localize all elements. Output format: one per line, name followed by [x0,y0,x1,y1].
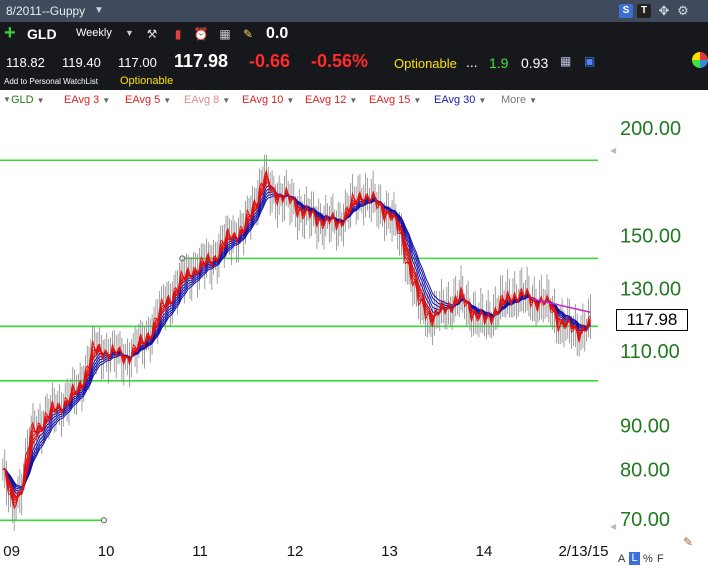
y-tick-label: 80.00 [620,459,670,481]
interval-selector[interactable]: Weekly [76,27,112,39]
study-label: More [501,94,527,106]
optionable-link[interactable]: Optionable [120,75,173,87]
alarm-icon[interactable]: ⏰ [193,26,209,42]
last-price-label: 117.98 [616,309,688,331]
study-legend-bar: ▼ GLD ▼ EAvg 3 ▼ EAvg 5 ▼ EAvg 8 ▼ EAvg 10 ▼ … [0,90,708,110]
title-bar: 8/2011--Guppy ▼ S T ✥ ⚙ [0,0,708,22]
chevron-down-icon: ▼ [163,96,172,105]
chevron-down-icon: ▼ [222,96,231,105]
tools-icon[interactable]: ⚒ [144,26,160,42]
symbol-field[interactable]: GLD [27,26,57,42]
value-display: 0.0 [266,25,289,42]
grid-icon[interactable]: ▦ [217,26,233,42]
study-label: EAvg 8 [184,94,220,106]
scale-log-button[interactable]: L [629,552,640,565]
study-label: EAvg 15 [369,94,411,106]
study-label: EAvg 10 [242,94,284,106]
y-tick-label: 70.00 [620,509,670,531]
study-gld[interactable]: GLD ▼ [11,94,45,106]
scale-auto-button[interactable]: A [618,553,625,565]
chevron-down-icon: ▼ [286,96,295,105]
x-tick-label: 12 [287,543,304,560]
study-eavg-3[interactable]: EAvg 3 ▼ [64,94,110,106]
study-eavg-8[interactable]: EAvg 8 ▼ [184,94,230,106]
x-tick-label: 2/13/15 [558,543,608,560]
interval-dropdown-icon[interactable]: ▼ [125,28,134,38]
study-label: EAvg 30 [434,94,476,106]
study-label: GLD [11,94,34,106]
line-anchor-point [100,517,107,524]
scale-percent-button[interactable]: % [643,553,653,565]
study-label: EAvg 12 [305,94,347,106]
add-to-watchlist-link[interactable]: Add to Personal WatchList [4,77,98,86]
y-tick-label: 130.00 [620,279,681,301]
x-tick-label: 11 [192,543,208,560]
quote-value-2: 0.93 [521,55,549,71]
add-icon[interactable]: + [4,23,20,43]
quote-open: 118.82 [6,55,45,70]
chevron-down-icon: ▼ [36,96,45,105]
x-tick-label: 10 [98,543,115,560]
line-anchor-point [179,255,186,262]
scroll-down-icon[interactable]: ◀ [610,522,620,531]
database-icon[interactable]: ▦ [560,54,574,68]
more-dots[interactable]: ... [466,54,478,70]
gear-icon[interactable]: ⚙ [676,4,690,18]
note-icon[interactable]: ✎ [240,26,256,42]
quote-low: 117.00 [118,55,157,70]
move-icon[interactable]: ✥ [657,4,671,18]
study-label: EAvg 3 [64,94,100,106]
chart-canvas[interactable]: 200.00 150.00 130.00 110.00 90.00 80.00 70.00 0… [0,110,708,570]
x-tick-label: 14 [476,543,493,560]
quote-value-1: 1.9 [489,55,509,71]
price-chart[interactable]: 200.00 150.00 130.00 110.00 90.00 80.00 70.00 0… [0,110,708,570]
study-eavg-30[interactable]: EAvg 30 ▼ [434,94,486,106]
chevron-down-icon: ▼ [349,96,358,105]
s-icon[interactable]: S [619,4,633,18]
chevron-down-icon: ▼ [102,96,111,105]
toolbar: + GLD Weekly ▼ ⚒ ▮ ⏰ ▦ ✎ 0.0 118.82 119.… [0,22,708,90]
color-wheel-icon[interactable] [692,52,708,68]
study-eavg-10[interactable]: EAvg 10 ▼ [242,94,294,106]
chevron-down-icon: ▼ [529,96,537,105]
title-dropdown-icon[interactable]: ▼ [94,5,104,16]
study-eavg-12[interactable]: EAvg 12 ▼ [305,94,357,106]
chevron-down-icon: ▼ [413,96,422,105]
study-menu-icon[interactable]: ▼ [3,95,11,104]
t-icon[interactable]: T [637,4,651,18]
study-eavg-5[interactable]: EAvg 5 ▼ [125,94,171,106]
quote-percent: -0.56% [311,51,369,71]
quote-change: -0.66 [249,51,291,71]
scale-fit-button[interactable]: F [657,553,664,565]
y-tick-label: 150.00 [620,225,681,247]
y-tick-label: 90.00 [620,416,670,438]
quote-high: 119.40 [62,55,101,70]
trend-line [531,298,591,314]
scroll-up-icon[interactable]: ◀ [610,146,620,155]
y-tick-label: 200.00 [620,118,681,140]
optionable-badge: Optionable [394,56,457,71]
y-tick-label: 110.00 [620,341,680,363]
chevron-down-icon: ▼ [478,96,487,105]
study-eavg-15[interactable]: EAvg 15 ▼ [369,94,421,106]
pencil-icon[interactable]: ✎ [683,535,697,549]
study-label: EAvg 5 [125,94,161,106]
bar-chart-icon[interactable]: ▮ [170,26,186,42]
window-title: 8/2011--Guppy [6,4,86,18]
save-icon[interactable]: ▣ [584,54,598,68]
x-tick-label: 09 [3,543,20,560]
study-more[interactable]: More ▼ [501,94,537,106]
x-tick-label: 13 [381,543,398,560]
quote-last: 117.98 [174,51,229,71]
